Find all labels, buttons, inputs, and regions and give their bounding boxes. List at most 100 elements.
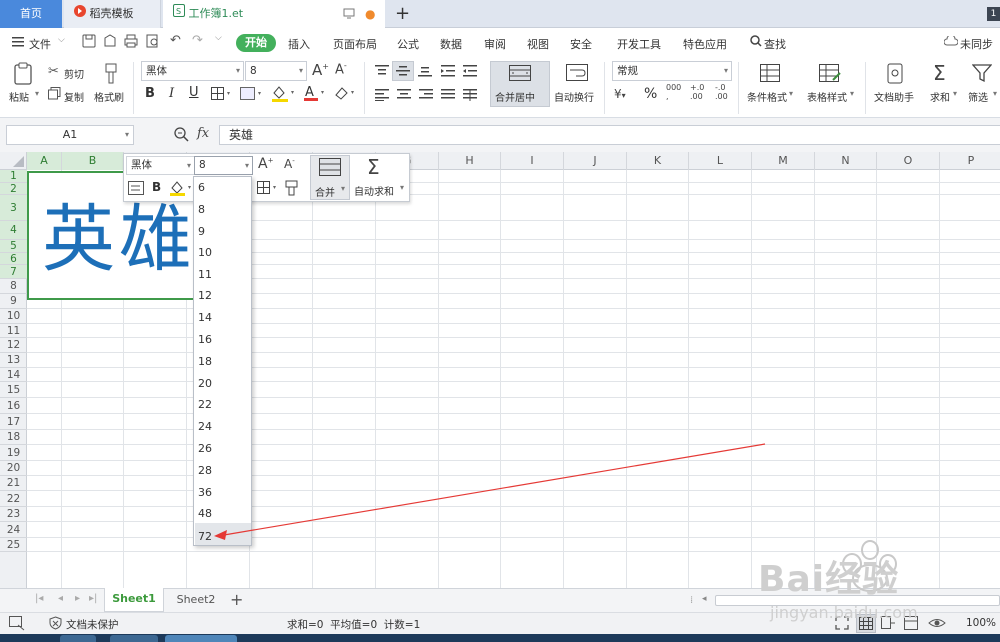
font-size-option-24[interactable]: 24 bbox=[198, 420, 212, 433]
zoom-lookup-icon[interactable] bbox=[174, 127, 189, 145]
decrease-decimal-icon[interactable]: -.0.00 bbox=[715, 83, 728, 101]
add-sheet-button[interactable]: + bbox=[230, 589, 243, 611]
underline-icon[interactable]: U bbox=[189, 85, 199, 100]
taskbar-app-button[interactable] bbox=[60, 635, 96, 642]
cell-style-icon[interactable] bbox=[240, 87, 264, 104]
font-size-option-9[interactable]: 9 bbox=[198, 225, 205, 238]
font-size-option-10[interactable]: 10 bbox=[198, 246, 212, 259]
conditional-format-chevron-icon[interactable]: ▾ bbox=[789, 89, 793, 98]
menu-security[interactable]: 安全 bbox=[570, 36, 592, 52]
distribute-icon[interactable] bbox=[463, 89, 477, 104]
row-header-4[interactable]: 4 bbox=[0, 221, 27, 240]
wrap-text-icon[interactable] bbox=[566, 64, 588, 85]
font-size-option-14[interactable]: 14 bbox=[198, 311, 212, 324]
align-middle-button[interactable] bbox=[392, 61, 414, 81]
row-header-11[interactable]: 11 bbox=[0, 324, 27, 338]
row-header-13[interactable]: 13 bbox=[0, 353, 27, 368]
doc-helper-button[interactable]: 文档助手 bbox=[874, 89, 914, 104]
number-format-select[interactable]: 常规 ▾ bbox=[612, 61, 732, 81]
italic-icon[interactable]: I bbox=[169, 86, 174, 101]
column-header-p[interactable]: P bbox=[940, 152, 1000, 170]
thousands-icon[interactable]: 000, bbox=[666, 83, 681, 101]
mini-fill-color-icon[interactable] bbox=[170, 180, 194, 199]
row-header-3[interactable]: 3 bbox=[0, 195, 27, 221]
tab-template[interactable]: 稻壳模板 bbox=[64, 0, 161, 28]
menu-review[interactable]: 审阅 bbox=[484, 36, 506, 52]
percent-icon[interactable]: % bbox=[644, 86, 657, 102]
font-color-icon[interactable]: A bbox=[304, 84, 328, 105]
hamburger-icon[interactable] bbox=[12, 37, 24, 50]
copy-icon[interactable] bbox=[48, 87, 61, 103]
table-style-icon[interactable] bbox=[819, 64, 841, 85]
bold-icon[interactable]: B bbox=[145, 86, 155, 101]
indent-increase-icon[interactable] bbox=[463, 65, 477, 80]
menu-start[interactable]: 开始 bbox=[236, 34, 276, 52]
taskbar-app-button[interactable] bbox=[165, 635, 237, 642]
align-top-icon[interactable] bbox=[375, 65, 389, 80]
sheet-tab-sheet2[interactable]: Sheet2 bbox=[166, 589, 226, 611]
column-header-a[interactable]: A bbox=[27, 152, 62, 170]
menu-developer[interactable]: 开发工具 bbox=[617, 36, 661, 52]
row-header-8[interactable]: 8 bbox=[0, 279, 27, 294]
menu-view[interactable]: 视图 bbox=[527, 36, 549, 52]
row-header-2[interactable]: 2 bbox=[0, 183, 27, 195]
row-header-10[interactable]: 10 bbox=[0, 309, 27, 324]
print-icon[interactable] bbox=[124, 34, 138, 51]
mini-border-icon[interactable] bbox=[257, 181, 279, 198]
font-size-option-26[interactable]: 26 bbox=[198, 442, 212, 455]
font-size-option-11[interactable]: 11 bbox=[198, 268, 212, 281]
sheet-nav-prev-icon[interactable]: ◂ bbox=[58, 593, 63, 604]
column-header-h[interactable]: H bbox=[439, 152, 501, 170]
row-header-25[interactable]: 25 bbox=[0, 538, 27, 552]
menu-page-layout[interactable]: 页面布局 bbox=[333, 36, 377, 52]
print-preview-icon[interactable] bbox=[146, 34, 160, 51]
row-header-19[interactable]: 19 bbox=[0, 445, 27, 461]
status-macro-icon[interactable] bbox=[9, 616, 25, 634]
cut-button[interactable]: 剪切 bbox=[64, 66, 84, 81]
font-size-option-36[interactable]: 36 bbox=[198, 486, 212, 499]
paste-button[interactable]: 粘贴 bbox=[9, 89, 29, 104]
column-header-k[interactable]: K bbox=[627, 152, 689, 170]
new-tab-button[interactable]: + bbox=[395, 0, 410, 28]
conditional-format-button[interactable]: 条件格式 bbox=[747, 89, 787, 104]
filter-icon[interactable] bbox=[971, 63, 993, 86]
font-size-option-28[interactable]: 28 bbox=[198, 464, 212, 477]
border-icon[interactable] bbox=[211, 87, 233, 104]
protection-status[interactable]: 文档未保护 bbox=[66, 617, 119, 632]
conditional-format-icon[interactable] bbox=[760, 64, 780, 85]
row-header-5[interactable]: 5 bbox=[0, 240, 27, 253]
menu-special[interactable]: 特色应用 bbox=[683, 36, 727, 52]
mini-autosum-chevron-icon[interactable]: ▾ bbox=[400, 183, 404, 192]
font-size-option-8[interactable]: 8 bbox=[198, 203, 205, 216]
row-header-17[interactable]: 17 bbox=[0, 414, 27, 430]
font-size-option-72[interactable]: 72 bbox=[198, 530, 212, 543]
font-size-option-20[interactable]: 20 bbox=[198, 377, 212, 390]
tab-home[interactable]: 首页 bbox=[0, 0, 62, 28]
select-all-corner[interactable] bbox=[0, 152, 27, 170]
row-header-14[interactable]: 14 bbox=[0, 368, 27, 382]
column-header-m[interactable]: M bbox=[752, 152, 815, 170]
name-box[interactable]: A1 ▾ bbox=[6, 125, 134, 145]
sum-button[interactable]: 求和 bbox=[930, 89, 950, 104]
row-header-16[interactable]: 16 bbox=[0, 398, 27, 414]
doc-helper-icon[interactable] bbox=[885, 63, 907, 88]
font-size-select[interactable]: 8 ▾ bbox=[245, 61, 307, 81]
mini-size-select[interactable]: 8 ▾ bbox=[194, 156, 253, 175]
paste-icon[interactable] bbox=[13, 62, 35, 89]
export-icon[interactable] bbox=[103, 34, 117, 51]
align-right-icon[interactable] bbox=[419, 89, 433, 104]
sheet-tab-sheet1[interactable]: Sheet1 bbox=[104, 588, 164, 612]
table-style-button[interactable]: 表格样式 bbox=[807, 89, 847, 104]
scissors-icon[interactable]: ✂ bbox=[48, 64, 59, 79]
align-left-icon[interactable] bbox=[375, 89, 389, 104]
row-header-12[interactable]: 12 bbox=[0, 338, 27, 353]
search-icon[interactable] bbox=[750, 35, 762, 50]
sum-icon[interactable]: Σ bbox=[933, 61, 946, 85]
mini-merge-button[interactable]: 合并 ▾ bbox=[310, 155, 350, 200]
currency-icon[interactable]: ¥▾ bbox=[614, 87, 626, 101]
font-size-option-6[interactable]: 6 bbox=[198, 181, 205, 194]
row-header-6[interactable]: 6 bbox=[0, 253, 27, 265]
mini-increase-font-icon[interactable]: A+ bbox=[258, 156, 273, 172]
table-style-chevron-icon[interactable]: ▾ bbox=[850, 89, 854, 98]
mini-decrease-font-icon[interactable]: A- bbox=[284, 157, 295, 171]
